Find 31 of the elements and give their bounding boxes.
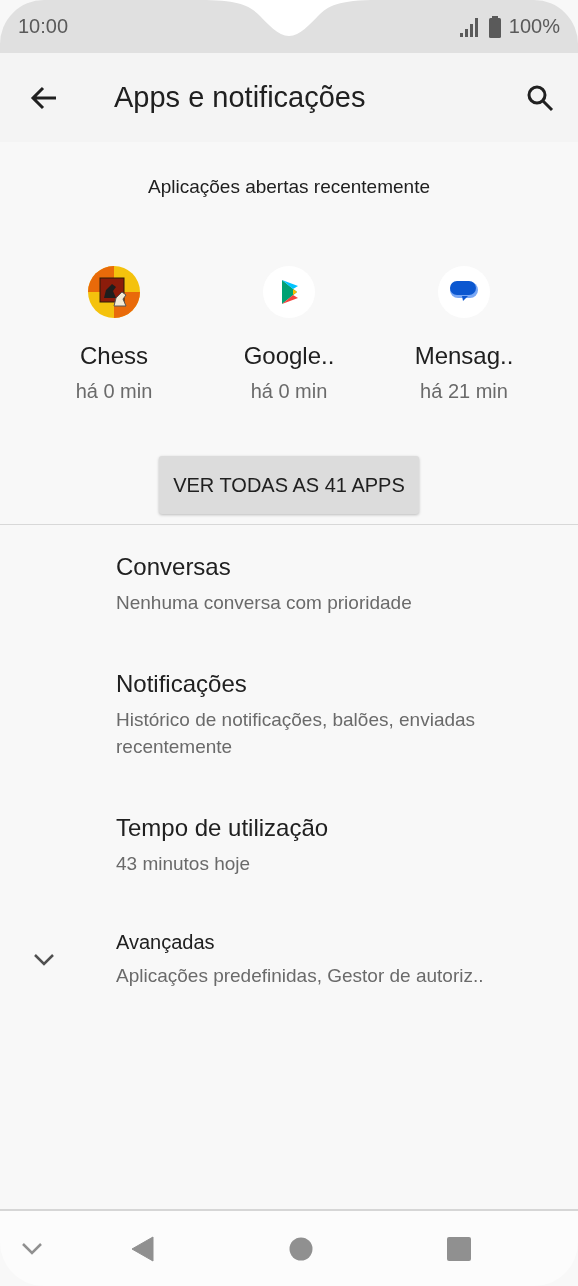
app-last-used: há 21 min (420, 380, 508, 403)
app-name[interactable]: Chess (80, 342, 148, 370)
item-subtitle: 43 minutos hoje (116, 852, 252, 876)
item-subtitle: Histórico de notificações, balões, enviadas recentemente (116, 708, 477, 759)
back-icon[interactable] (30, 85, 58, 110)
battery-icon (488, 15, 501, 38)
settings-item[interactable]: Avançadas Aplicações predefinidas, Gestor de autoriz.. (0, 903, 578, 1009)
section-heading: Aplicações abertas recentemente (147, 176, 431, 198)
signal-icon (458, 15, 481, 38)
settings-item[interactable]: Tempo de utilização 43 minutos hoje (0, 786, 578, 903)
search-icon[interactable] (526, 83, 554, 112)
settings-item[interactable]: Conversas Nenhuma conversa com prioridade (0, 525, 578, 642)
item-title: Conversas (116, 553, 232, 581)
app-name[interactable]: Mensag.. (414, 342, 514, 370)
app-last-used: há 0 min (75, 380, 153, 403)
battery-level: 100% (508, 15, 560, 38)
see-all-apps-button[interactable]: VER TODAS AS 41 APPS (159, 456, 419, 514)
app-name[interactable]: Google.. (243, 342, 335, 370)
item-subtitle: Nenhuma conversa com prioridade (116, 591, 413, 615)
app-last-used: há 0 min (250, 380, 328, 403)
item-title: Notificações (116, 670, 248, 698)
item-title: Tempo de utilização (116, 814, 330, 842)
message-bubble-icon[interactable] (438, 266, 490, 318)
settings-item[interactable]: Notificações Histórico de notificações, balões, enviadas recentemente (0, 642, 578, 786)
chevron-icon[interactable] (33, 953, 55, 967)
chess-app-icon[interactable] (88, 266, 140, 318)
play-store-icon[interactable] (263, 266, 315, 318)
page-title: Apps e notificações (114, 81, 367, 114)
item-subtitle: Aplicações predefinidas, Gestor de autoriz.. (116, 964, 485, 988)
item-title: Avançadas (116, 931, 216, 954)
clock: 10:00 (18, 15, 69, 38)
